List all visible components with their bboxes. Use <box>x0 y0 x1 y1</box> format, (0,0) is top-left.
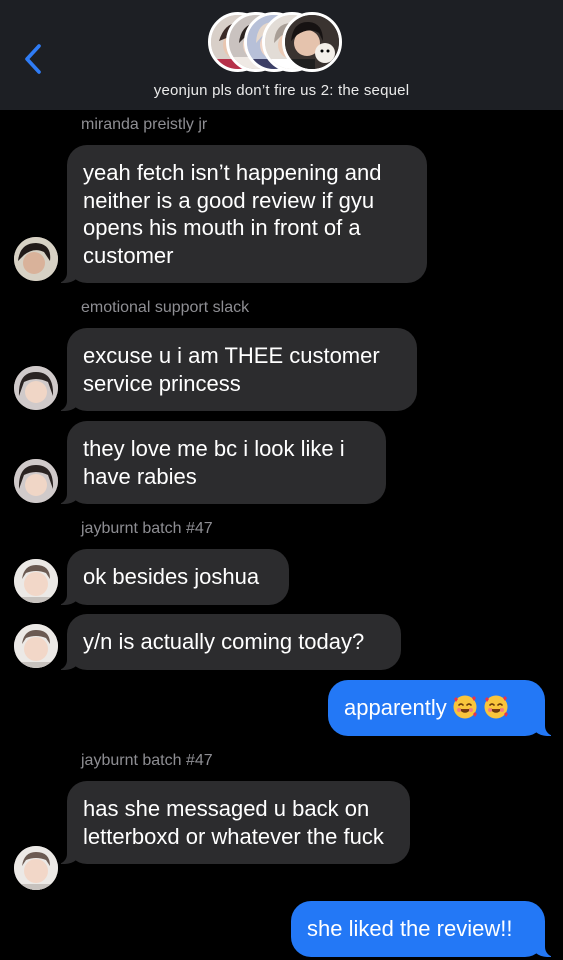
sender-name: jayburnt batch #47 <box>81 752 213 769</box>
avatar[interactable] <box>14 624 58 668</box>
chevron-left-icon[interactable] <box>22 42 46 76</box>
message-text: apparently <box>344 695 447 720</box>
incoming-message[interactable]: excuse u i am THEE customer service prin… <box>57 328 417 411</box>
incoming-message[interactable]: ok besides joshua <box>57 549 289 605</box>
chat-header: yeonjun pls don’t fire us 2: the sequel <box>0 0 563 110</box>
group-avatar <box>282 12 342 72</box>
avatar[interactable] <box>14 459 58 503</box>
avatar[interactable] <box>14 846 58 890</box>
avatar[interactable] <box>14 559 58 603</box>
group-avatars[interactable] <box>208 12 358 74</box>
incoming-message[interactable]: they love me bc i look like i have rabie… <box>57 421 386 504</box>
outgoing-message[interactable]: apparently <box>328 680 555 736</box>
sender-name: jayburnt batch #47 <box>81 520 213 537</box>
avatar[interactable] <box>14 237 58 281</box>
avatar[interactable] <box>14 366 58 410</box>
sender-name: emotional support slack <box>81 299 250 316</box>
sender-name: miranda preistly jr <box>81 116 208 133</box>
group-title[interactable]: yeonjun pls don’t fire us 2: the sequel <box>0 82 563 99</box>
incoming-message[interactable]: has she messaged u back on letterboxd or… <box>57 781 410 864</box>
incoming-message[interactable]: y/n is actually coming today? <box>57 614 401 670</box>
incoming-message[interactable]: yeah fetch isn’t happening and neither i… <box>57 145 427 283</box>
smiling-face-with-hearts-icon <box>453 695 477 719</box>
smiling-face-with-hearts-icon <box>484 695 508 719</box>
outgoing-message[interactable]: she liked the review!! <box>291 901 555 957</box>
